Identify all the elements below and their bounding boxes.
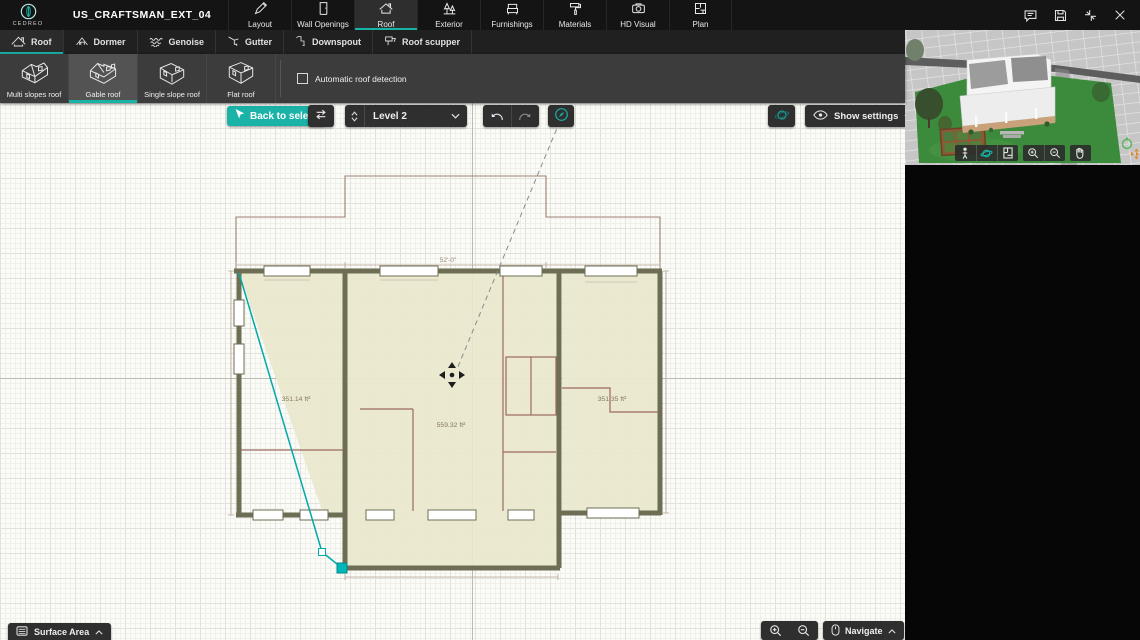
floor-plan[interactable]: 52'-0" 351.14 ft² 559.32 ft² 351.35 ft²: [0, 103, 905, 640]
chevron-up-icon: [887, 626, 896, 636]
preview-controls: [954, 145, 1091, 161]
armchair-icon: [505, 1, 520, 18]
category-dormer[interactable]: Dormer: [64, 30, 138, 54]
ribbon-separator: [280, 60, 281, 97]
3d-preview[interactable]: [905, 30, 1140, 165]
door-icon: [316, 1, 331, 18]
single-slope-roof-icon: [156, 59, 188, 88]
automatic-roof-detection-checkbox[interactable]: Automatic roof detection: [285, 54, 407, 103]
zoom-out-button[interactable]: [790, 621, 819, 640]
genoise-icon: [148, 36, 164, 49]
level-stepper[interactable]: [345, 105, 365, 127]
chevron-up-icon: [95, 627, 103, 637]
tab-exterior[interactable]: Exterior: [417, 0, 480, 30]
category-genoise[interactable]: Genoise: [138, 30, 217, 54]
window-actions: [1022, 0, 1140, 30]
swap-tool-button[interactable]: [308, 105, 334, 127]
tab-furnishings[interactable]: Furnishings: [480, 0, 543, 30]
project-title: US_CRAFTSMAN_EXT_04: [72, 9, 212, 21]
close-icon[interactable]: [1112, 7, 1128, 23]
redo-button[interactable]: [510, 105, 540, 127]
navigate-button[interactable]: Navigate: [823, 621, 904, 640]
gable-roof-button[interactable]: Gable roof: [69, 54, 138, 103]
level-selector[interactable]: Level 2: [345, 105, 467, 127]
checkbox-unchecked[interactable]: [297, 73, 308, 84]
zoom-controls: [761, 621, 818, 640]
tab-plan[interactable]: Plan: [669, 0, 732, 30]
category-roof[interactable]: Roof: [0, 30, 64, 54]
comment-icon[interactable]: [1022, 7, 1038, 23]
chevron-down-icon: [451, 111, 460, 122]
roof-icon: [11, 35, 26, 49]
step-up-icon: [351, 110, 358, 116]
top-bar: CEDREO US_CRAFTSMAN_EXT_04 Layout Wall O…: [0, 0, 1140, 30]
single-slope-roof-button[interactable]: Single slope roof: [138, 54, 207, 103]
downspout-icon: [295, 35, 307, 49]
collapse-icon[interactable]: [1082, 7, 1098, 23]
undo-redo-group: [483, 105, 539, 127]
plan-view-button[interactable]: [996, 145, 1018, 161]
pan-hand-button[interactable]: [1070, 145, 1091, 161]
cursor-icon: [234, 108, 245, 124]
room-fills: [239, 273, 658, 567]
list-icon: [16, 625, 28, 638]
mouse-icon: [831, 623, 840, 638]
brand-name: CEDREO: [12, 21, 44, 27]
first-person-view-button[interactable]: [955, 145, 976, 161]
multi-slopes-roof-button[interactable]: Multi slopes roof: [0, 54, 69, 103]
tab-materials[interactable]: Materials: [543, 0, 606, 30]
main-tabs: Layout Wall Openings Roof Exterior Furni…: [228, 0, 732, 30]
tab-wall-openings[interactable]: Wall Openings: [291, 0, 354, 30]
undo-button[interactable]: [483, 105, 511, 127]
eye-icon: [813, 109, 828, 123]
orbit-view-button-preview[interactable]: [975, 145, 997, 161]
step-down-icon: [351, 116, 358, 122]
category-gutter[interactable]: Gutter: [216, 30, 285, 54]
flat-roof-button[interactable]: Flat roof: [207, 54, 276, 103]
gutter-icon: [227, 35, 240, 49]
dimension-label-top: 52'-0": [440, 257, 457, 264]
slope-vertex-handle[interactable]: [318, 548, 326, 556]
multi-slopes-roof-icon: [18, 59, 50, 88]
tab-hd-visual[interactable]: HD Visual: [606, 0, 669, 30]
tab-layout[interactable]: Layout: [228, 0, 291, 30]
right-panel: [905, 30, 1140, 640]
category-roof-scupper[interactable]: Roof scupper: [373, 30, 473, 54]
show-settings-button[interactable]: Show settings: [805, 105, 921, 127]
roof-icon: [378, 1, 394, 18]
category-downspout[interactable]: Downspout: [284, 30, 374, 54]
dormer-icon: [75, 35, 89, 49]
gable-roof-icon: [87, 59, 119, 88]
app-window: CEDREO US_CRAFTSMAN_EXT_04 Layout Wall O…: [0, 0, 1140, 640]
paint-roller-icon: [568, 1, 583, 18]
roof-category-bar: Roof Dormer Genoise Gutter Downspout Roo…: [0, 30, 905, 54]
room-area-right: 351.35 ft²: [598, 396, 627, 403]
room-area-center: 559.32 ft²: [437, 422, 466, 429]
slope-end-handle[interactable]: [336, 562, 348, 574]
roof-type-bar: Multi slopes roof Gable roof Single slop…: [0, 54, 905, 103]
room-area-left: 351.14 ft²: [282, 396, 311, 403]
orbit-icon: [774, 108, 790, 125]
tab-roof[interactable]: Roof: [354, 0, 417, 30]
preview-zoom-in-button[interactable]: [1023, 145, 1044, 161]
surface-area-button[interactable]: Surface Area: [8, 623, 112, 640]
swap-icon: [314, 108, 328, 124]
roof-scupper-icon: [384, 35, 397, 49]
cedreo-logo[interactable]: CEDREO: [0, 0, 56, 30]
level-value: Level 2: [373, 110, 407, 122]
flat-roof-icon: [225, 59, 257, 88]
trees-icon: [442, 1, 457, 18]
zoom-in-button[interactable]: [761, 621, 790, 640]
save-icon[interactable]: [1052, 7, 1068, 23]
blueprint-icon: [693, 1, 708, 18]
camera-icon: [631, 1, 646, 18]
pencil-icon: [253, 1, 268, 18]
preview-zoom-out-button[interactable]: [1043, 145, 1065, 161]
compass-button[interactable]: [548, 105, 574, 127]
compass-icon: [554, 107, 569, 125]
cedreo-logo-icon: [20, 3, 37, 20]
orbit-view-button[interactable]: [768, 105, 795, 127]
